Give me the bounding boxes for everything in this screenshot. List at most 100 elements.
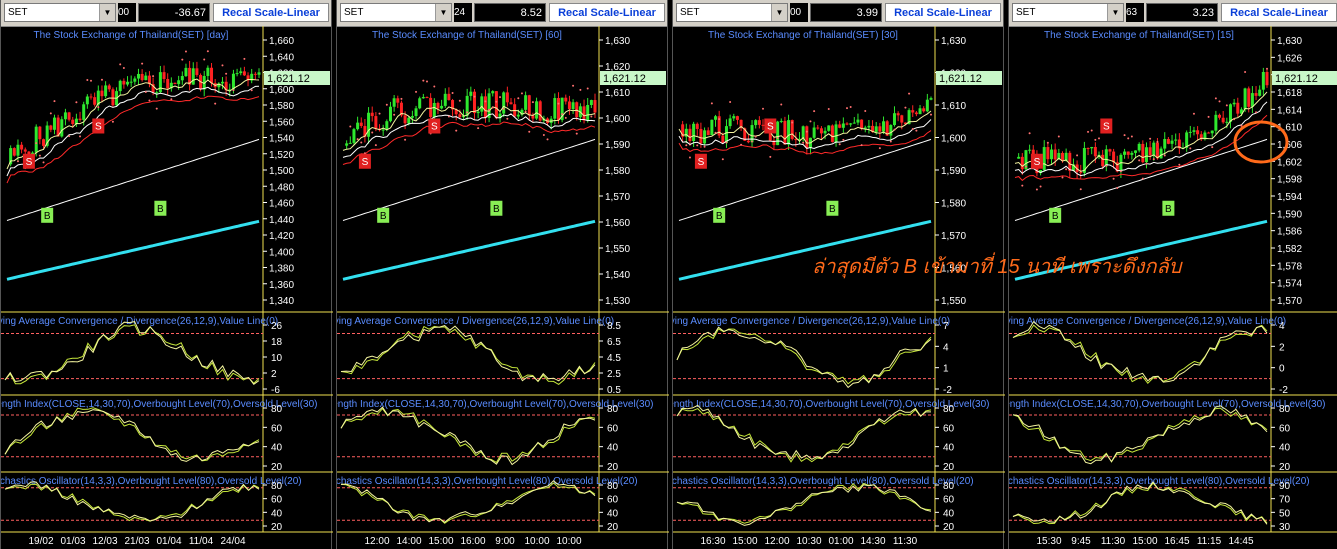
candle-body: [1225, 121, 1229, 123]
candle-body: [140, 73, 144, 81]
candle-body: [49, 125, 53, 130]
candle-body: [695, 123, 699, 129]
candle-body: [158, 72, 162, 93]
recal-scale-button[interactable]: Recal Scale-Linear: [1221, 3, 1337, 22]
sar-dot: [378, 112, 381, 115]
price-tick-label: 1,630: [941, 36, 966, 47]
candle-body: [589, 100, 593, 105]
chevron-down-icon[interactable]: ▼: [435, 4, 451, 21]
sar-dot: [520, 92, 523, 95]
chevron-down-icon[interactable]: ▼: [771, 4, 787, 21]
sar-dot: [524, 110, 527, 113]
macd-tick-label: 0.5: [607, 385, 621, 396]
candle-body: [929, 98, 933, 100]
candle-body: [538, 101, 542, 121]
signal-label: S: [26, 157, 33, 168]
price-tick-label: 1,590: [605, 140, 630, 151]
price-tick-label: 1,618: [1277, 88, 1302, 99]
candle-body: [1163, 139, 1167, 149]
recal-scale-button[interactable]: Recal Scale-Linear: [885, 3, 1001, 22]
candle-body: [1053, 149, 1057, 160]
candle-body: [253, 73, 257, 75]
chevron-down-icon[interactable]: ▼: [1107, 4, 1123, 21]
sar-dot: [473, 95, 476, 98]
candle-body: [706, 130, 710, 136]
chevron-down-icon[interactable]: ▼: [99, 4, 115, 21]
sar-dot: [477, 127, 480, 130]
candle-body: [816, 127, 820, 129]
panel-toolbar: SET ▼ 00 3.99 Recal Scale-Linear: [673, 0, 1003, 27]
signal-label: B: [829, 204, 836, 215]
candle-body: [367, 112, 371, 137]
candle-body: [129, 81, 133, 83]
candle-body: [370, 112, 374, 117]
price-tick-label: 1,500: [269, 166, 294, 177]
candle-body: [914, 112, 918, 115]
sar-dot: [1218, 100, 1221, 103]
candle-body: [553, 98, 557, 119]
rsi-tick-label: 40: [271, 443, 283, 454]
candle-body: [235, 73, 239, 75]
sar-dot: [393, 113, 396, 116]
candle-body: [1046, 147, 1050, 160]
candle-body: [71, 119, 75, 125]
symbol-select[interactable]: SET ▼: [340, 3, 452, 22]
sar-dot: [911, 127, 914, 130]
candle-body: [356, 122, 360, 130]
price-tick-label: 1,630: [605, 36, 630, 47]
symbol-select[interactable]: SET ▼: [676, 3, 788, 22]
sar-dot: [769, 155, 772, 158]
chart-panel-2: SET ▼ 24 8.52 Recal Scale-Linear 1,630 1,6…: [336, 0, 669, 549]
macd-title: Moving Average Convergence / Divergence(…: [337, 316, 614, 327]
candle-body: [593, 100, 597, 113]
last-price-label: 1,621.12: [603, 73, 646, 85]
stoch-title: Slow Stochastics Oscillator(14,3,3),Over…: [337, 476, 638, 487]
candle-body: [63, 112, 67, 120]
candle-body: [900, 115, 904, 123]
candle-body: [42, 139, 46, 146]
sar-dot: [214, 102, 217, 105]
sar-dot: [119, 63, 122, 66]
price-tick-label: 1,660: [269, 36, 294, 47]
candle-body: [1104, 149, 1108, 167]
signal-label: S: [431, 122, 438, 133]
candle-body: [787, 120, 791, 145]
sar-dot: [1152, 158, 1155, 161]
candle-body: [1218, 114, 1222, 118]
candle-body: [732, 116, 736, 119]
candle-body: [688, 128, 692, 142]
sar-dot: [447, 115, 450, 118]
candle-body: [1232, 102, 1236, 105]
candle-body: [535, 101, 539, 119]
recal-scale-button[interactable]: Recal Scale-Linear: [213, 3, 329, 22]
sar-dot: [688, 156, 691, 159]
candle-body: [257, 72, 261, 75]
candle-body: [922, 108, 926, 112]
sar-dot: [466, 111, 469, 114]
candle-body: [429, 97, 433, 118]
rsi-tick-label: 40: [607, 443, 619, 454]
sar-dot: [805, 130, 808, 133]
candle-body: [1214, 114, 1218, 131]
signal-label: S: [767, 122, 774, 133]
candle-body: [571, 102, 575, 110]
change-value: 3.23: [1146, 3, 1218, 22]
stoch-tick-label: 20: [607, 522, 619, 533]
price-tick-label: 1,580: [941, 199, 966, 210]
candle-body: [564, 97, 568, 102]
candle-body: [1166, 139, 1170, 144]
chart-canvas: 1,6301,6201,6101,6001,5901,5801,5701,560…: [673, 26, 1005, 547]
rsi-tick-label: 20: [943, 462, 955, 473]
symbol-select[interactable]: SET ▼: [1012, 3, 1124, 22]
candle-body: [1148, 147, 1152, 156]
candle-body: [173, 82, 177, 85]
recal-scale-button[interactable]: Recal Scale-Linear: [549, 3, 665, 22]
stoch-tick-label: 20: [271, 522, 283, 533]
macd-tick-label: 10: [271, 353, 283, 364]
candle-body: [392, 98, 396, 107]
candle-body: [85, 96, 89, 105]
macd-tick-label: 4: [1279, 321, 1285, 332]
sar-dot: [1211, 146, 1214, 149]
stoch-tick-label: 80: [943, 481, 955, 492]
symbol-select[interactable]: SET ▼: [4, 3, 116, 22]
